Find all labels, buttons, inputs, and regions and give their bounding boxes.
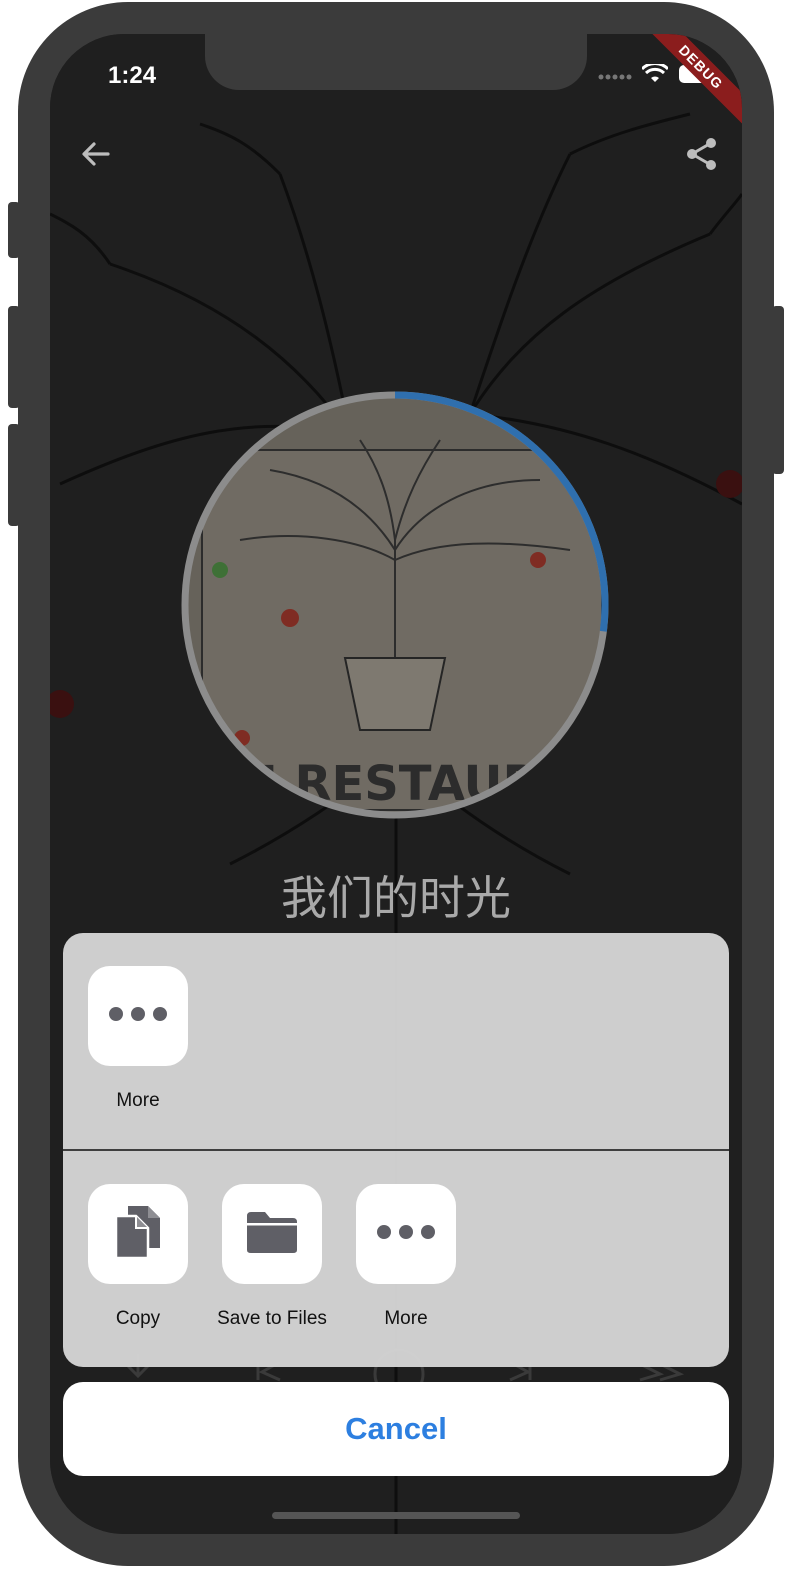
tile-icon-box[interactable] (88, 1184, 188, 1284)
share-tile-copy[interactable]: Copy (88, 1184, 188, 1330)
more-dots-icon (376, 1224, 436, 1245)
arrow-back-icon (80, 138, 112, 175)
sheet-divider (63, 1149, 729, 1151)
tile-icon-box[interactable] (356, 1184, 456, 1284)
folder-icon (245, 1210, 299, 1259)
share-tile-more-top[interactable]: More (88, 966, 188, 1112)
share-icon (685, 137, 719, 176)
back-button[interactable] (74, 134, 118, 178)
share-tile-save-to-files[interactable]: Save to Files (217, 1184, 327, 1330)
tile-label-more: More (384, 1308, 428, 1329)
share-sheet: More Copy Save to Files More (63, 933, 729, 1367)
home-indicator (272, 1512, 520, 1519)
tile-icon-box[interactable] (222, 1184, 322, 1284)
share-button[interactable] (680, 134, 724, 178)
cancel-button[interactable]: Cancel (63, 1382, 729, 1476)
song-title: 我们的时光 (281, 871, 511, 925)
wifi-icon (640, 62, 670, 89)
status-time: 1:24 (108, 62, 157, 89)
signal-dots-icon (598, 68, 632, 86)
more-dots-icon (108, 1006, 168, 1027)
notch (205, 34, 587, 90)
share-tile-more-bottom[interactable]: More (356, 1184, 456, 1330)
tile-label-more: More (116, 1090, 160, 1111)
album-disc: M RESTAURAN (181, 391, 609, 819)
copy-icon (114, 1204, 162, 1265)
tile-icon-box[interactable] (88, 966, 188, 1066)
